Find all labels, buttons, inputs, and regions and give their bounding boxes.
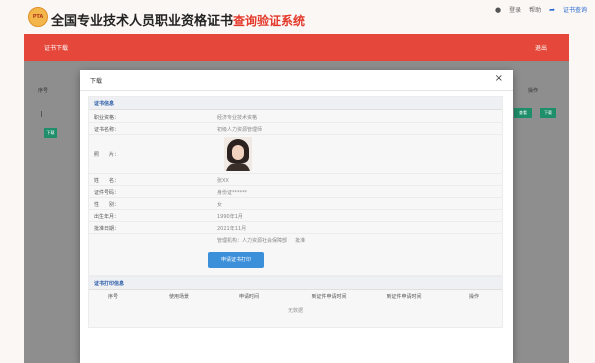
column-header: 序号: [107, 294, 118, 300]
logout-link[interactable]: 退出: [535, 43, 547, 52]
modal-header: 下载 ×: [80, 70, 513, 91]
top-links: ● 登录 帮助 ➦ 证书查询: [494, 5, 587, 15]
site-title-sub: 查询验证系统: [233, 14, 306, 28]
bg-column-index: 序号: [38, 88, 49, 94]
photo-shoulders: [226, 163, 250, 171]
empty-state: 无数据: [287, 308, 303, 314]
logo: PTA: [28, 7, 48, 27]
print-info-section: 证书打印信息 序号 使用场景 申请时间 到证件申请时间 到证件申请时间 操作 无…: [88, 276, 503, 328]
close-icon[interactable]: ×: [495, 73, 503, 85]
photo: [224, 137, 252, 171]
photo-row: 照 片：: [89, 135, 502, 174]
info-value: 管理机构：人力资源社会保障部 批准: [217, 238, 306, 244]
info-label: 职业资格：: [94, 115, 120, 121]
info-value: 初级人力资源管理师: [217, 127, 263, 133]
bg-view-button[interactable]: 查看: [514, 108, 532, 118]
info-label: 照 片：: [94, 152, 120, 158]
print-table-header: 序号 使用场景 申请时间 到证件申请时间 到证件申请时间 操作: [89, 291, 502, 301]
info-row: 证件号码： 身份证******: [89, 186, 502, 198]
certificate-info-title: 证书信息: [94, 101, 115, 107]
info-value: 经济专业技术资格: [217, 115, 258, 121]
info-row: 批准日期： 2021年11月: [89, 222, 502, 234]
info-row: 姓 名： 张XX: [89, 174, 502, 186]
photo-face: [232, 145, 244, 160]
info-value: 2021年11月: [217, 226, 247, 232]
info-label: 证件号码：: [94, 190, 120, 196]
verify-link[interactable]: 证书查询: [563, 5, 587, 14]
bg-download-button-right[interactable]: 下载: [540, 108, 556, 118]
user-icon: ●: [494, 5, 502, 14]
column-header: 到证件申请时间: [386, 294, 422, 300]
help-link[interactable]: 帮助: [529, 5, 541, 14]
info-row: 出生年月： 1990年1月: [89, 210, 502, 222]
info-label: 性 别：: [94, 202, 120, 208]
site-title-main: 全国专业技术人员职业资格证书: [51, 14, 234, 29]
bg-divider: [41, 111, 42, 117]
column-header: 操作: [468, 294, 479, 300]
column-header: 到证件申请时间: [311, 294, 347, 300]
info-label: 出生年月：: [94, 214, 120, 220]
certificate-info-section: 证书信息 职业资格： 经济专业技术资格 证书名称： 初级人力资源管理师 照 片：…: [88, 96, 503, 276]
info-value: 张XX: [217, 178, 229, 184]
column-header: 使用场景: [168, 294, 189, 300]
site-title: 全国专业技术人员职业资格证书查询验证系统: [51, 10, 305, 29]
info-row: 性 别： 女: [89, 198, 502, 210]
user-link[interactable]: 登录: [509, 5, 521, 14]
info-row: 职业资格： 经济专业技术资格: [89, 111, 502, 123]
nav-bar: 证书下载 退出: [24, 34, 569, 61]
download-modal: 下载 × 证书信息 职业资格： 经济专业技术资格 证书名称： 初级人力资源管理师…: [80, 70, 513, 363]
share-icon: ➦: [549, 5, 555, 14]
print-info-header: 证书打印信息: [89, 277, 502, 290]
info-label: 证书名称：: [94, 127, 120, 133]
bg-column-action: 操作: [528, 88, 539, 94]
info-value: 1990年1月: [217, 214, 243, 220]
info-row: 管理机构：人力资源社会保障部 批准: [89, 234, 502, 245]
modal-title: 下载: [90, 78, 103, 85]
info-label: 姓 名：: [94, 178, 120, 184]
top-header: PTA 全国专业技术人员职业资格证书查询验证系统 ● 登录 帮助 ➦ 证书查询: [0, 0, 595, 34]
bg-download-button[interactable]: 下载: [44, 128, 57, 138]
info-label: 批准日期：: [94, 226, 120, 232]
info-row: 证书名称： 初级人力资源管理师: [89, 123, 502, 135]
info-value: 身份证******: [217, 190, 248, 196]
print-info-title: 证书打印信息: [94, 281, 125, 287]
apply-print-button[interactable]: 申请证书打印: [208, 252, 264, 268]
info-value: 女: [217, 202, 223, 208]
column-header: 申请时间: [238, 294, 259, 300]
certificate-info-header: 证书信息: [89, 97, 502, 110]
tab-certificate-download[interactable]: 证书下载: [44, 43, 68, 52]
